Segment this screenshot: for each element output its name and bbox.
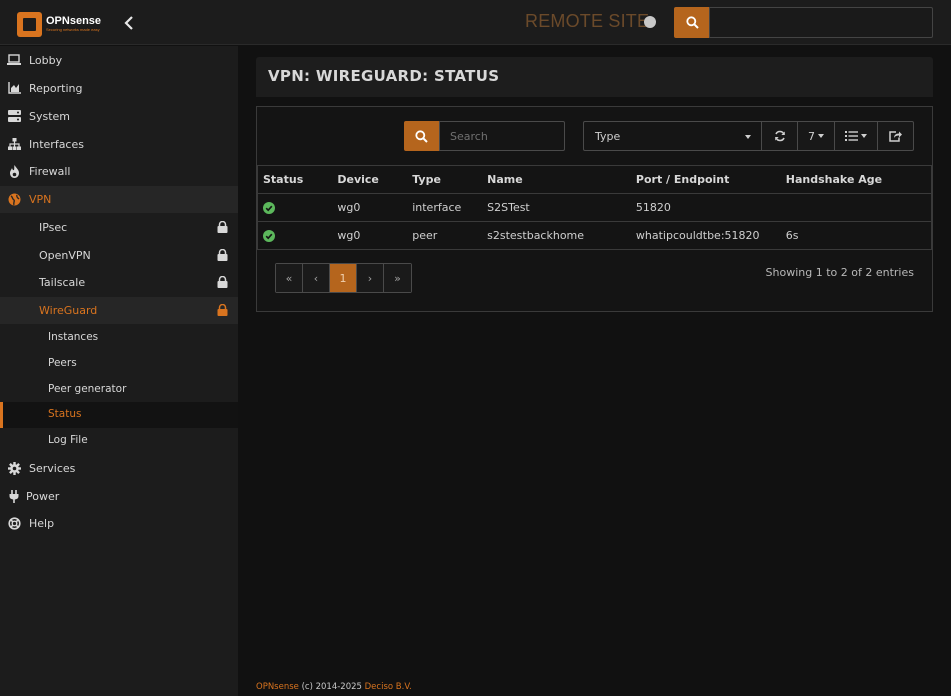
search-icon [415, 129, 428, 143]
lock-icon [217, 304, 228, 316]
sidebar-item-status[interactable]: Status [0, 402, 238, 428]
area-chart-icon [7, 81, 21, 95]
device-cell: wg0 [332, 193, 408, 222]
entries-info: Showing 1 to 2 of 2 entries [765, 266, 914, 279]
global-search-input[interactable] [709, 7, 933, 38]
page-size-value: 7 [808, 129, 815, 143]
sidebar-item-firewall[interactable]: Firewall [0, 158, 238, 185]
lock-icon [217, 221, 228, 233]
table-header-row: Status Device Type Name Port / Endpoint … [257, 165, 932, 194]
sidebar-item-ipsec[interactable]: IPsec [0, 214, 238, 241]
caret-down-icon [861, 134, 867, 138]
list-icon [845, 131, 858, 141]
check-circle-icon [263, 230, 275, 242]
sitemap-icon [7, 137, 21, 151]
global-search-button[interactable] [674, 7, 710, 38]
type-cell: interface [407, 193, 483, 222]
globe-icon [7, 192, 21, 206]
footer-brand-link[interactable]: OPNsense [256, 682, 299, 692]
share-square-icon [889, 131, 902, 142]
logo-title: OPNsense [46, 14, 102, 27]
grid-search-button[interactable] [404, 121, 439, 151]
columns-dropdown[interactable] [834, 121, 878, 151]
sidebar-item-reporting[interactable]: Reporting [0, 75, 238, 102]
sidebar: Lobby Reporting System Interfaces Firewa… [0, 46, 238, 696]
pagination-last[interactable]: » [384, 264, 411, 292]
caret-down-icon [818, 134, 824, 138]
status-cell [257, 193, 333, 222]
site-name: REMOTE SITE [525, 11, 650, 31]
sidebar-item-services[interactable]: Services [0, 455, 238, 482]
check-circle-icon [263, 202, 275, 214]
handshake-cell [780, 193, 932, 222]
sidebar-item-help[interactable]: Help [0, 510, 238, 537]
page-size-dropdown[interactable]: 7 [797, 121, 835, 151]
collapse-sidebar-button[interactable] [121, 15, 137, 33]
status-grid-panel: Type 7 Status Device Type Name Port / En… [256, 106, 933, 312]
handshake-cell: 6s [780, 221, 932, 250]
sidebar-item-system[interactable]: System [0, 103, 238, 130]
type-filter-value: Type [595, 130, 621, 143]
laptop-icon [7, 53, 21, 67]
page-header: VPN: WIREGUARD: STATUS [256, 57, 933, 97]
pagination-first[interactable]: « [276, 264, 303, 292]
export-button[interactable] [877, 121, 914, 151]
column-header-type[interactable]: Type [407, 165, 483, 194]
top-bar: OPNsense Securing networks made easy REM… [0, 0, 951, 45]
refresh-button[interactable] [761, 121, 798, 151]
status-cell [257, 221, 333, 250]
device-cell: wg0 [332, 221, 408, 250]
footer-copyright: (c) 2014-2025 [301, 682, 362, 692]
sidebar-item-instances[interactable]: Instances [0, 325, 238, 351]
search-icon [685, 16, 699, 29]
sidebar-item-vpn[interactable]: VPN [0, 186, 238, 213]
footer: OPNsense (c) 2014-2025 Deciso B.V. [256, 682, 412, 692]
site-status-dot [644, 16, 656, 28]
sidebar-item-peers[interactable]: Peers [0, 351, 238, 377]
lock-icon [217, 276, 228, 288]
plug-icon [7, 489, 21, 503]
grid-search-input[interactable] [439, 121, 565, 151]
sidebar-item-power[interactable]: Power [0, 483, 238, 510]
type-filter-select[interactable]: Type [583, 121, 762, 151]
pagination: « ‹ 1 › » [275, 263, 412, 293]
name-cell: s2stestbackhome [482, 221, 631, 250]
type-cell: peer [407, 221, 483, 250]
opnsense-logo[interactable]: OPNsense Securing networks made easy [17, 10, 109, 38]
lock-icon [217, 249, 228, 261]
pagination-next[interactable]: › [357, 264, 384, 292]
table-row[interactable]: wg0 peer s2stestbackhome whatipcouldtbe:… [257, 221, 932, 250]
name-cell: S2STest [482, 193, 631, 222]
opnsense-logo-icon [17, 11, 42, 37]
pagination-page-1[interactable]: 1 [330, 264, 357, 292]
status-table: Status Device Type Name Port / Endpoint … [257, 165, 932, 250]
column-header-endpoint[interactable]: Port / Endpoint [630, 165, 781, 194]
cog-icon [7, 461, 21, 475]
sidebar-item-wireguard[interactable]: WireGuard [0, 297, 238, 324]
table-row[interactable]: wg0 interface S2STest 51820 [257, 193, 932, 222]
page-title: VPN: WIREGUARD: STATUS [268, 67, 500, 85]
chevron-left-icon [124, 16, 133, 30]
caret-down-icon [745, 135, 751, 139]
pagination-prev[interactable]: ‹ [303, 264, 330, 292]
sidebar-item-lobby[interactable]: Lobby [0, 47, 238, 74]
endpoint-cell: whatipcouldtbe:51820 [630, 221, 781, 250]
server-icon [7, 109, 21, 123]
column-header-status[interactable]: Status [257, 165, 333, 194]
column-header-device[interactable]: Device [332, 165, 408, 194]
column-header-handshake[interactable]: Handshake Age [780, 165, 932, 194]
sidebar-item-log-file[interactable]: Log File [0, 428, 238, 454]
footer-company-link[interactable]: Deciso B.V. [365, 682, 412, 692]
sidebar-item-interfaces[interactable]: Interfaces [0, 131, 238, 158]
life-ring-icon [7, 516, 21, 530]
logo-tagline: Securing networks made easy [46, 26, 100, 32]
sidebar-item-peer-generator[interactable]: Peer generator [0, 377, 238, 403]
column-header-name[interactable]: Name [482, 165, 631, 194]
sidebar-item-tailscale[interactable]: Tailscale [0, 269, 238, 296]
fire-icon [7, 164, 21, 178]
refresh-icon [774, 130, 785, 142]
endpoint-cell: 51820 [630, 193, 781, 222]
sidebar-item-openvpn[interactable]: OpenVPN [0, 242, 238, 269]
